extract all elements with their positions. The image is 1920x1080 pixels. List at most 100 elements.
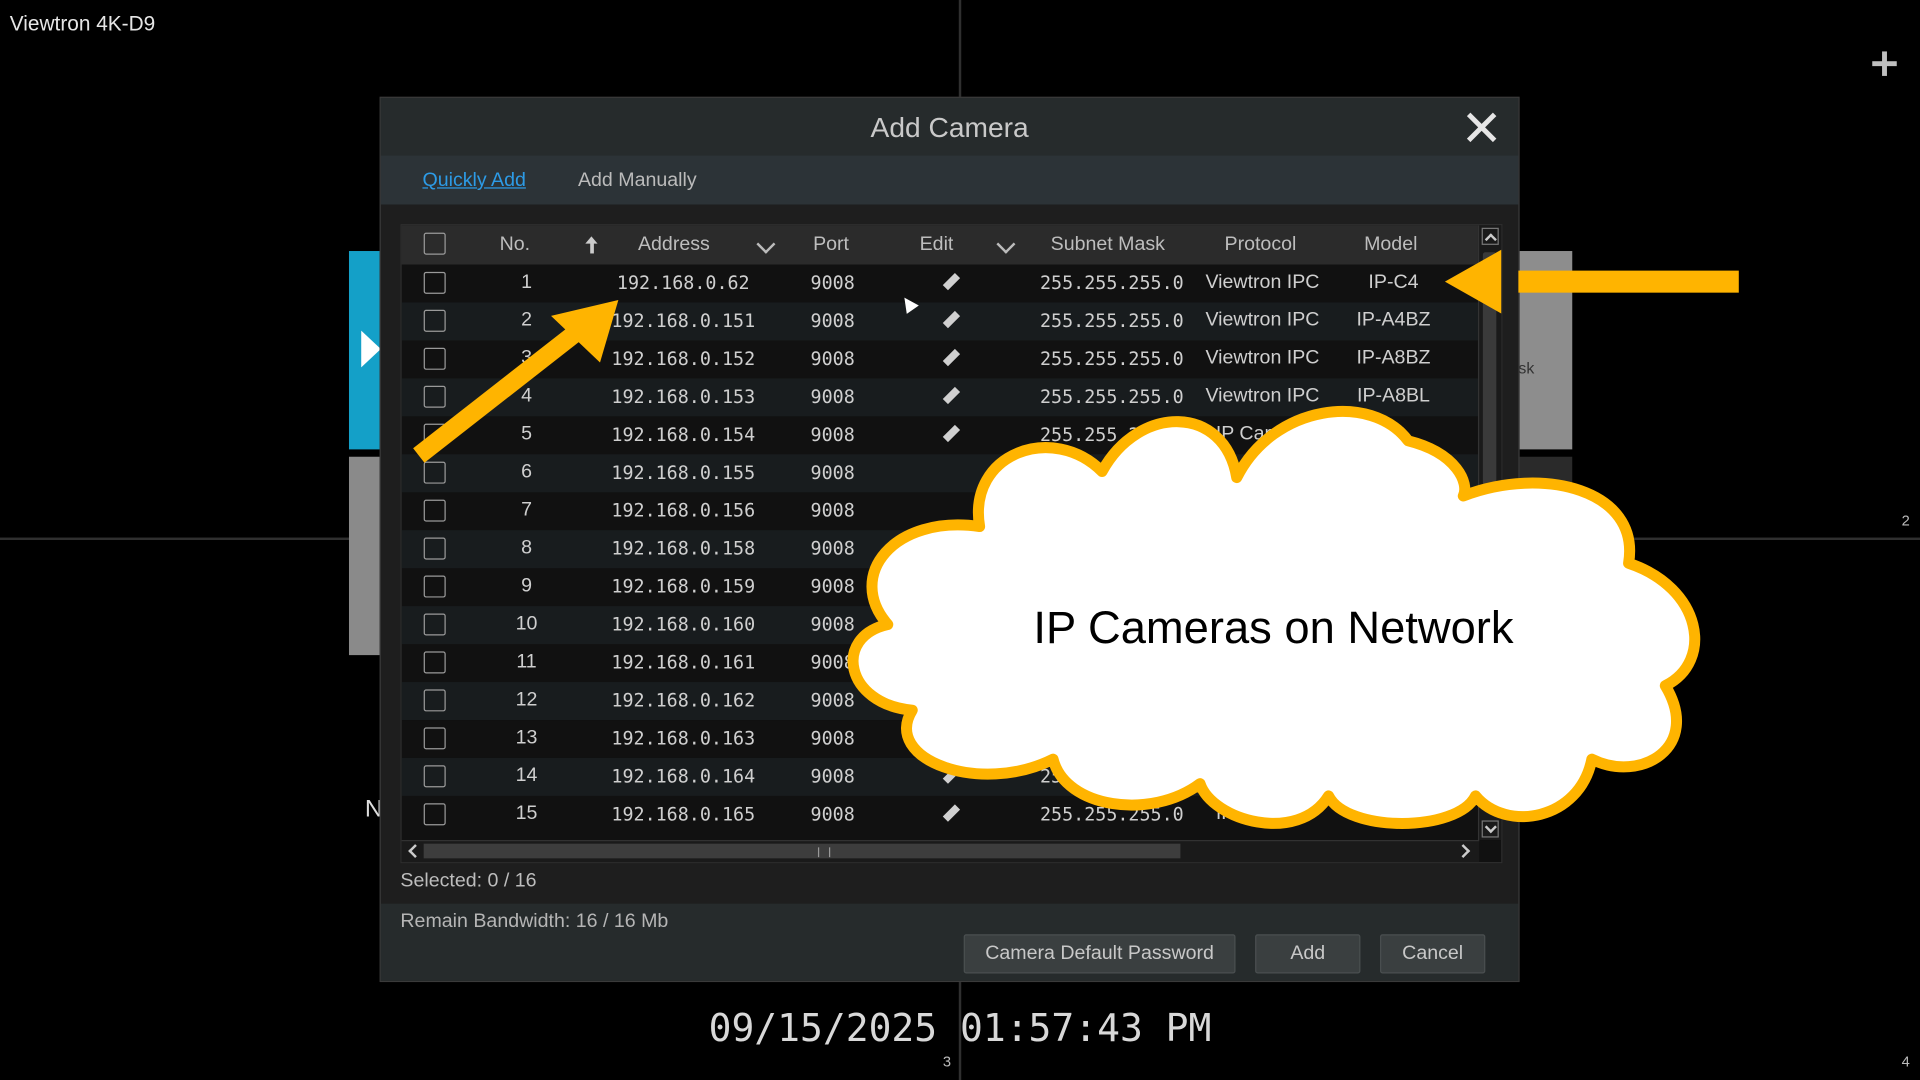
pencil-icon[interactable] (943, 426, 960, 443)
column-header-model[interactable]: Model (1364, 234, 1417, 256)
cell-address: 192.168.0.153 (611, 385, 756, 408)
row-checkbox[interactable] (423, 689, 446, 712)
column-header-no[interactable]: No. (500, 234, 530, 256)
cell-address: 192.168.0.159 (611, 575, 756, 598)
cell-port: 9008 (810, 651, 855, 674)
table-row[interactable]: 4 192.168.0.153 9008 255.255.255.0 Viewtron … (401, 378, 1480, 417)
cell-port: 9008 (810, 765, 855, 788)
column-header-address[interactable]: Address (638, 234, 710, 256)
vertical-scroll-thumb[interactable] (1482, 252, 1497, 485)
chevron-down-icon[interactable] (756, 234, 776, 254)
background-fragment-task: sk (1518, 358, 1535, 378)
device-name: Viewtron 4K-D9 (9, 12, 156, 36)
table-header: No. Address Port Edit Subnet Mask Protoc… (401, 225, 1480, 265)
horizontal-scrollbar[interactable] (401, 840, 1480, 863)
row-checkbox[interactable] (423, 727, 446, 750)
scroll-down-icon[interactable] (1481, 820, 1499, 838)
row-checkbox[interactable] (423, 613, 446, 636)
cancel-button[interactable]: Cancel (1380, 934, 1486, 974)
table-row[interactable]: 8 192.168.0.158 9008 (401, 530, 1480, 569)
pencil-icon[interactable] (943, 274, 960, 291)
column-header-edit[interactable]: Edit (920, 234, 954, 256)
row-checkbox[interactable] (423, 803, 446, 826)
vertical-scrollbar[interactable] (1477, 225, 1502, 841)
cell-port: 9008 (810, 575, 855, 598)
pencil-icon[interactable] (943, 388, 960, 405)
cell-address: 192.168.0.160 (611, 613, 756, 636)
cell-port: 9008 (810, 689, 855, 712)
column-header-subnet-mask[interactable]: Subnet Mask (1051, 234, 1165, 256)
close-icon[interactable] (1467, 113, 1496, 142)
cell-address: 192.168.0.151 (611, 309, 756, 332)
column-header-protocol[interactable]: Protocol (1225, 234, 1297, 256)
select-all-checkbox[interactable] (423, 232, 446, 255)
row-checkbox[interactable] (423, 423, 446, 446)
system-clock: 09/15/2025 01:57:43 PM (708, 1006, 1212, 1051)
pencil-icon[interactable] (943, 806, 960, 823)
row-checkbox[interactable] (423, 499, 446, 522)
row-checkbox[interactable] (423, 651, 446, 674)
column-header-port[interactable]: Port (813, 234, 849, 256)
cell-subnet-mask: 255.255.255.0 (1039, 347, 1184, 370)
row-checkbox[interactable] (423, 575, 446, 598)
cell-address: 192.168.0.162 (611, 689, 756, 712)
table-row[interactable]: 15 192.168.0.165 9008 255.255.255.0 IP Camer… (402, 796, 1480, 834)
cell-subnet-mask: 255.255.255.0 (1039, 423, 1184, 446)
scroll-left-icon[interactable] (405, 844, 420, 859)
pencil-icon[interactable] (943, 312, 960, 329)
cell-port: 9008 (810, 499, 855, 522)
cell-protocol: IP Camera (1215, 423, 1310, 445)
scroll-right-icon[interactable] (1457, 844, 1472, 859)
cell-no: 13 (515, 727, 538, 749)
cell-model: IP-A8BL (1356, 385, 1430, 407)
row-checkbox[interactable] (423, 537, 446, 560)
camera-table: No. Address Port Edit Subnet Mask Protoc… (400, 224, 1503, 864)
remain-bandwidth: Remain Bandwidth: 16 / 16 Mb (400, 911, 669, 932)
tab-add-manually[interactable]: Add Manually (578, 170, 697, 192)
sort-ascending-icon[interactable] (585, 236, 600, 254)
pencil-icon[interactable] (943, 768, 960, 785)
table-row[interactable]: 3 192.168.0.152 9008 255.255.255.0 Viewtron … (402, 340, 1480, 378)
pencil-icon[interactable] (943, 350, 960, 367)
horizontal-scroll-thumb[interactable] (423, 843, 1181, 859)
chevron-down-icon[interactable] (996, 234, 1016, 254)
table-row[interactable]: 2 192.168.0.151 9008 255.255.255.0 Viewtron … (401, 302, 1480, 341)
background-tile-dark (1518, 456, 1573, 489)
cell-port: 9008 (810, 461, 855, 484)
table-row[interactable]: 12 192.168.0.162 9008 (401, 682, 1480, 721)
row-checkbox[interactable] (423, 765, 446, 788)
tab-quickly-add[interactable]: Quickly Add (422, 170, 525, 192)
table-row[interactable]: 13 192.168.0.163 9008 (402, 720, 1480, 758)
play-icon (361, 330, 381, 368)
cell-address: 192.168.0.62 (616, 271, 750, 294)
scroll-up-icon[interactable] (1481, 227, 1499, 245)
row-checkbox[interactable] (423, 271, 446, 294)
cell-no: 5 (521, 423, 532, 445)
table-row[interactable]: 7 192.168.0.156 9008 (402, 492, 1480, 530)
cell-port: 9008 (810, 537, 855, 560)
table-row[interactable]: 14 192.168.0.164 9008 255.255.255.0 IP Camer… (401, 757, 1480, 796)
add-button[interactable]: Add (1255, 934, 1361, 974)
row-checkbox[interactable] (423, 461, 446, 484)
camera-default-password-button[interactable]: Camera Default Password (963, 934, 1236, 974)
table-row[interactable]: 6 192.168.0.155 9008 (401, 454, 1480, 493)
cell-no: 12 (515, 689, 538, 711)
cell-no: 11 (516, 651, 537, 673)
channel-number-3: 3 (942, 1053, 952, 1071)
cell-address: 192.168.0.154 (611, 423, 756, 446)
cell-model: TD (1380, 423, 1407, 445)
row-checkbox[interactable] (423, 347, 446, 370)
table-row[interactable]: 1 192.168.0.62 9008 255.255.255.0 Viewtron I… (402, 264, 1480, 302)
cell-protocol: Viewtron IPC (1205, 271, 1320, 293)
cell-no: 4 (521, 385, 532, 407)
cell-no: 8 (521, 537, 532, 559)
cell-model: IP-A4BZ (1356, 309, 1431, 331)
grip-icon (817, 847, 831, 858)
cell-port: 9008 (810, 385, 855, 408)
table-row[interactable]: 9 192.168.0.159 9008 (402, 568, 1480, 606)
plus-icon[interactable] (1870, 49, 1899, 78)
row-checkbox[interactable] (423, 309, 446, 332)
row-checkbox[interactable] (423, 385, 446, 408)
table-row[interactable]: 5 192.168.0.154 9008 255.255.255.0 IP Camera… (402, 416, 1480, 454)
cell-no: 2 (521, 309, 532, 331)
